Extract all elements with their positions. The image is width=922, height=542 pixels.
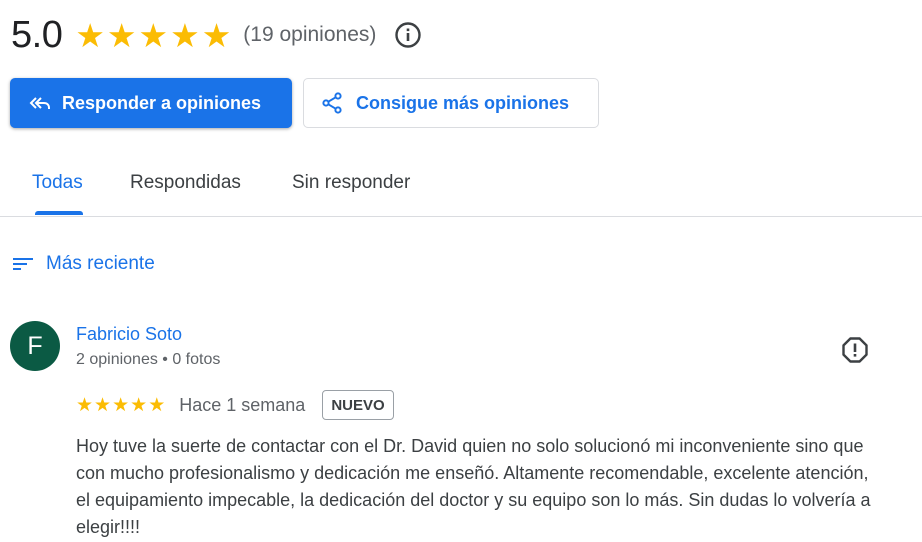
reviewer-meta: 2 opiniones • 0 fotos <box>76 351 221 368</box>
reply-reviews-button[interactable]: Responder a opiniones <box>10 78 292 128</box>
star-icon: ★ <box>106 16 137 54</box>
review-stars: ★ ★ ★ ★ ★ <box>76 396 165 415</box>
info-icon[interactable] <box>394 21 422 49</box>
tab-unanswered[interactable]: Sin responder <box>292 172 410 194</box>
reviewer-name[interactable]: Fabricio Soto <box>76 324 182 345</box>
new-badge: NUEVO <box>322 390 394 420</box>
rating-stars: ★ ★ ★ ★ ★ <box>75 19 231 52</box>
star-icon: ★ <box>148 394 166 416</box>
get-more-reviews-label: Consigue más opiniones <box>356 92 570 113</box>
review-rating-row: ★ ★ ★ ★ ★ Hace 1 semana NUEVO <box>76 389 394 421</box>
rating-summary: 5.0 ★ ★ ★ ★ ★ (19 opiniones) <box>11 12 422 58</box>
review-text: Hoy tuve la suerte de contactar con el D… <box>76 436 871 537</box>
avatar[interactable]: F <box>10 321 60 371</box>
star-icon: ★ <box>201 16 232 54</box>
sort-icon <box>11 252 35 276</box>
star-icon: ★ <box>75 16 105 54</box>
star-icon: ★ <box>94 394 112 416</box>
star-icon: ★ <box>170 16 200 54</box>
sort-button[interactable]: Más reciente <box>11 252 155 276</box>
share-icon <box>320 91 344 115</box>
tab-answered[interactable]: Respondidas <box>130 172 241 194</box>
star-icon: ★ <box>130 394 148 416</box>
get-more-reviews-button[interactable]: Consigue más opiniones <box>303 78 599 128</box>
review-time: Hace 1 semana <box>179 394 306 415</box>
rating-value: 5.0 <box>11 13 63 56</box>
star-icon: ★ <box>112 394 130 416</box>
review-count: (19 opiniones) <box>243 23 377 46</box>
report-icon[interactable] <box>841 336 869 364</box>
reply-reviews-label: Responder a opiniones <box>62 92 262 113</box>
star-icon: ★ <box>138 16 169 54</box>
tab-all[interactable]: Todas <box>32 172 83 194</box>
review-tabs: Todas Respondidas Sin responder <box>0 150 922 217</box>
reply-all-icon <box>28 91 52 115</box>
star-icon: ★ <box>76 394 94 416</box>
active-tab-indicator <box>35 211 83 215</box>
sort-label: Más reciente <box>46 253 155 274</box>
